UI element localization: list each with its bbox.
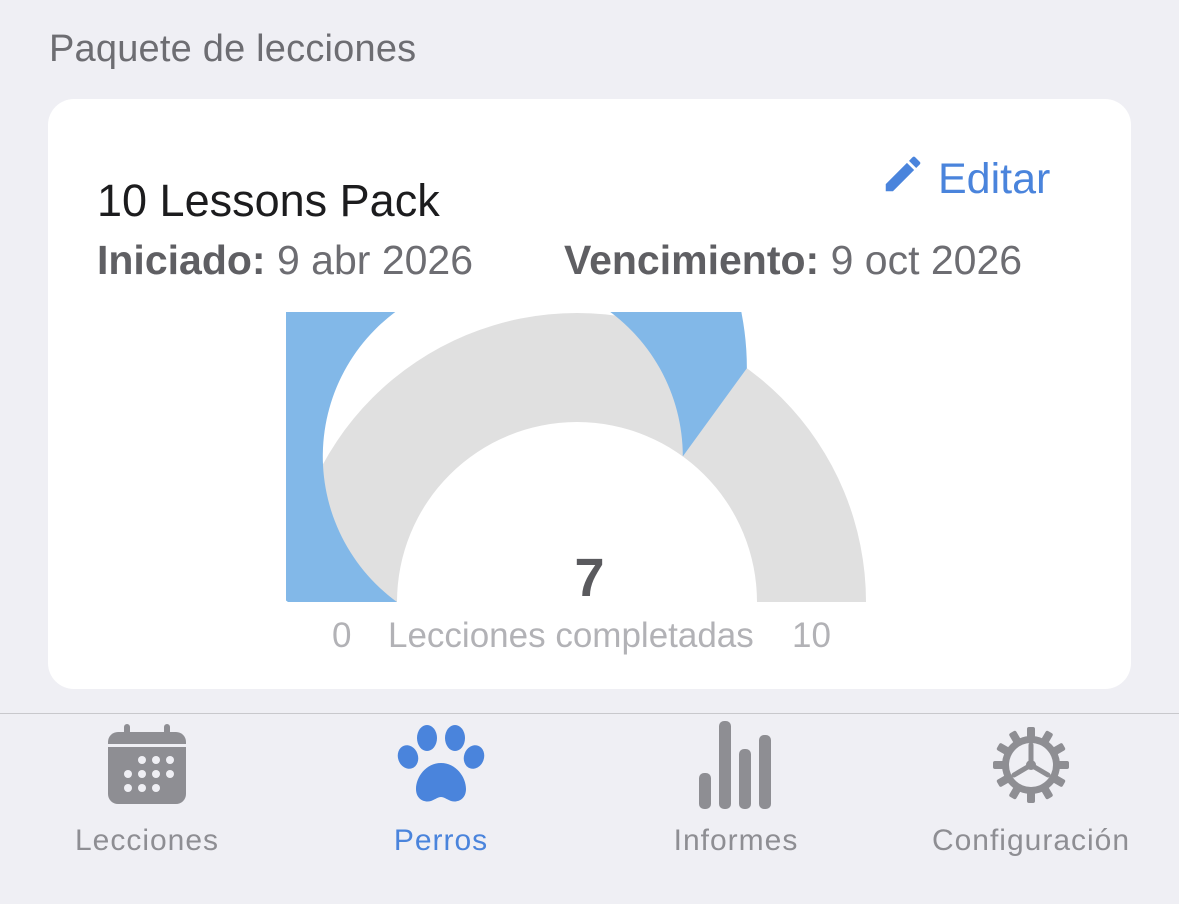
tab-bar: Lecciones Perros Informes Configuración	[0, 713, 1179, 904]
start-date-value: 9 abr 2026	[276, 237, 474, 283]
expiry-date: Vencimiento: 9 oct 2026	[564, 237, 1022, 284]
calendar-icon	[102, 720, 192, 810]
tab-lecciones[interactable]: Lecciones	[17, 714, 277, 864]
gauge-min-label: 0	[332, 616, 352, 655]
tab-informes-label: Informes	[673, 824, 799, 857]
gauge-max-label: 10	[792, 616, 831, 655]
tab-lecciones-label: Lecciones	[74, 824, 220, 857]
tab-configuracion[interactable]: Configuración	[901, 714, 1161, 864]
start-date: Iniciado: 9 abr 2026	[97, 237, 473, 284]
tab-perros[interactable]: Perros	[311, 714, 571, 864]
start-date-label: Iniciado:	[97, 237, 266, 283]
gear-icon	[986, 720, 1076, 810]
pencil-icon	[880, 151, 926, 208]
expiry-date-value: 9 oct 2026	[830, 237, 1023, 283]
tab-perros-label: Perros	[393, 824, 489, 857]
lesson-pack-card: 10 Lessons Pack Editar Iniciado: 9 abr 2…	[48, 99, 1131, 689]
pack-name: 10 Lessons Pack	[97, 175, 440, 226]
gauge-value: 7	[574, 548, 605, 608]
tab-configuracion-label: Configuración	[931, 824, 1131, 857]
section-title: Paquete de lecciones	[49, 28, 417, 70]
bar-chart-icon	[691, 720, 781, 810]
edit-label: Editar	[938, 155, 1051, 203]
paw-icon	[396, 720, 486, 810]
edit-button[interactable]: Editar	[880, 151, 1050, 208]
tab-informes[interactable]: Informes	[606, 714, 866, 864]
gauge-caption: Lecciones completadas	[388, 616, 754, 655]
expiry-date-label: Vencimiento:	[564, 237, 820, 283]
